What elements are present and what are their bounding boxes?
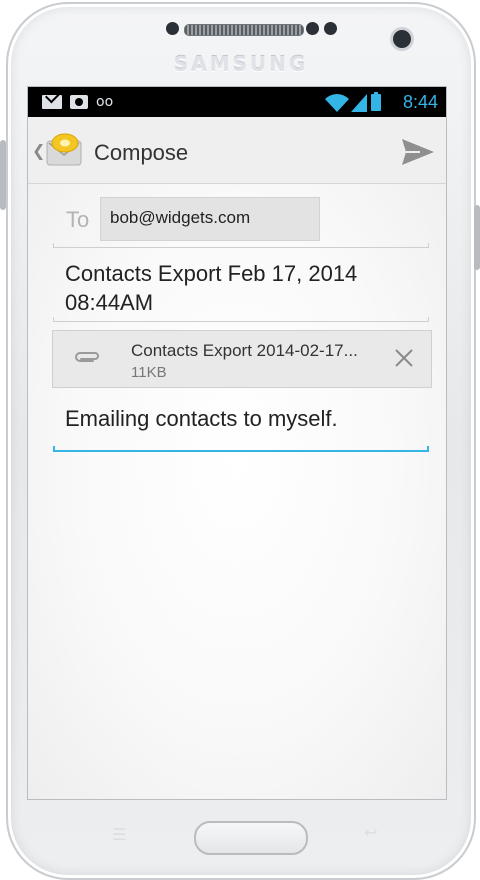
home-button[interactable] (194, 821, 308, 855)
page-title: Compose (94, 140, 189, 165)
camera-icon (70, 95, 88, 109)
paperclip-icon (75, 352, 99, 362)
subject-field-divider (53, 317, 429, 322)
front-sensor-left (306, 22, 319, 35)
to-field-divider (53, 243, 429, 248)
front-sensor-right (324, 22, 337, 35)
proximity-sensor (166, 22, 179, 35)
signal-icon (351, 94, 367, 112)
up-caret-icon[interactable]: ❮ (32, 141, 45, 161)
phone-screen: oo 8:44 ❮ Compose To bob@widgets.com Con… (27, 86, 447, 800)
to-field-row: To bob@widgets.com (53, 197, 429, 241)
subject-field[interactable]: Contacts Export Feb 17, 2014 08:44AM (65, 259, 415, 317)
brand-logo: SAMSUNG (173, 52, 309, 76)
front-camera (390, 27, 414, 51)
remove-attachment-close-icon[interactable] (391, 345, 417, 371)
email-app-icon[interactable] (45, 133, 85, 167)
recipient-address: bob@widgets.com (110, 208, 251, 227)
back-key-icon[interactable]: ↩ (364, 826, 386, 842)
menu-key-icon[interactable]: ☰ (112, 828, 134, 844)
earpiece-grille (184, 24, 304, 36)
recipient-chip[interactable]: bob@widgets.com (100, 197, 320, 241)
attachment-size: 11KB (131, 364, 167, 381)
to-label: To (66, 207, 90, 232)
mail-icon (42, 95, 62, 109)
voicemail-icon: oo (96, 94, 114, 110)
action-bar: ❮ Compose (28, 117, 446, 184)
message-body-field[interactable]: Emailing contacts to myself. (65, 406, 338, 432)
battery-icon (371, 92, 381, 111)
message-body-underline (53, 446, 429, 452)
status-bar: oo 8:44 (28, 87, 446, 117)
status-time: 8:44 (402, 92, 438, 112)
send-icon[interactable] (400, 137, 436, 167)
attachment-item[interactable]: Contacts Export 2014-02-17... 11KB (52, 330, 432, 388)
volume-button[interactable] (0, 140, 6, 210)
attachment-name: Contacts Export 2014-02-17... (131, 341, 358, 360)
power-button[interactable] (474, 205, 480, 270)
wifi-icon (325, 94, 349, 112)
